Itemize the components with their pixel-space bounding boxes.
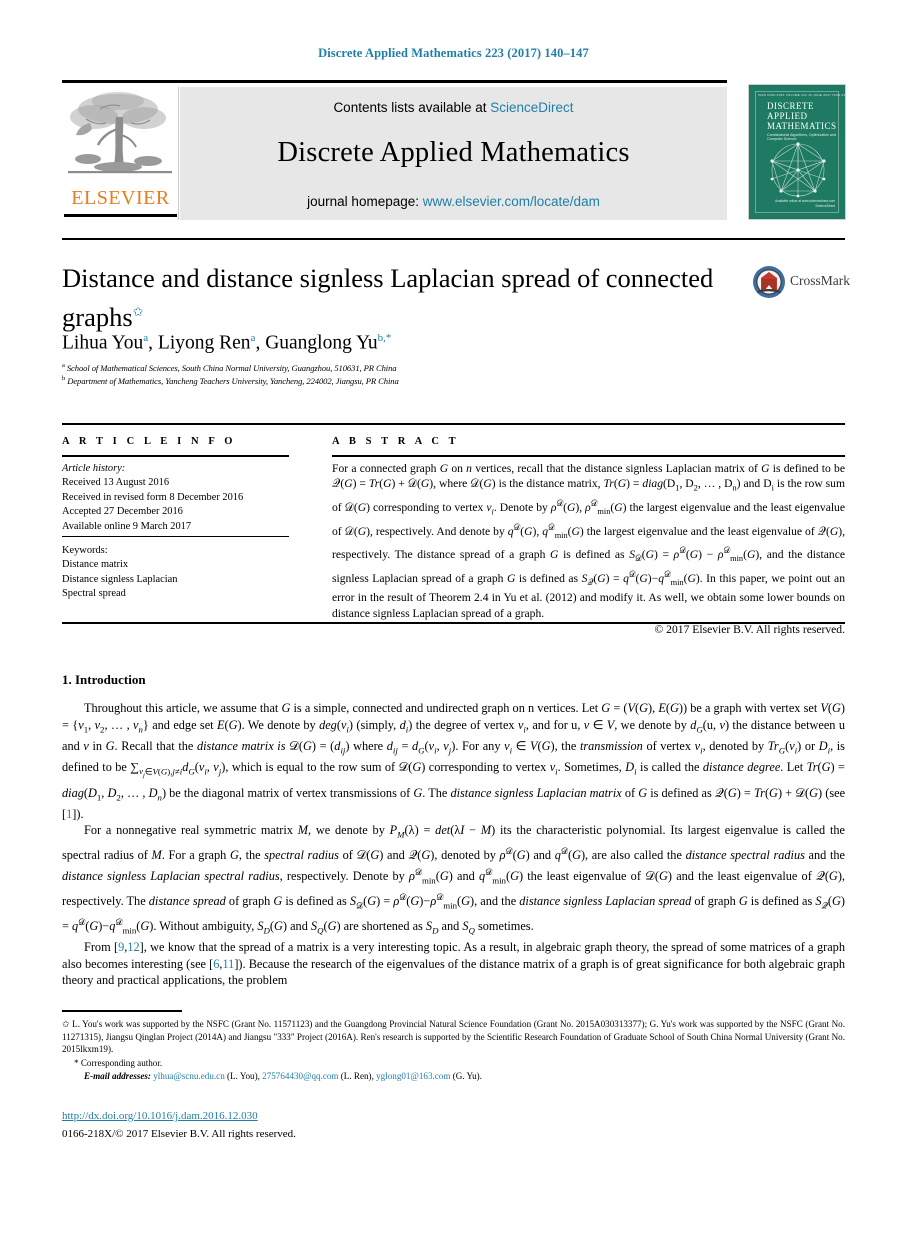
cover-footer-line2: ScienceDirect	[815, 204, 835, 208]
journal-homepage-line: journal homepage: www.elsevier.com/locat…	[180, 194, 727, 209]
keyword-1: Distance signless Laplacian	[62, 573, 178, 585]
body-paragraph-2: For a nonnegative real symmetric matrix …	[62, 823, 845, 936]
section-title: Introduction	[75, 672, 146, 687]
journal-article-page: Discrete Applied Mathematics 223 (2017) …	[0, 0, 907, 1238]
article-history-label: Article history:	[62, 463, 126, 474]
cover-footer: Available online at www.sciencedirect.co…	[775, 199, 835, 209]
email-footnote: E-mail addresses: ylhua@scnu.edu.cn (L. …	[84, 1071, 482, 1082]
abstract-copyright: © 2017 Elsevier B.V. All rights reserved…	[654, 623, 845, 637]
corresponding-marker: *	[74, 1057, 79, 1068]
crossmark-icon	[753, 266, 785, 298]
history-item-1: Received in revised form 8 December 2016	[62, 491, 244, 503]
masthead-top-rule	[62, 80, 727, 83]
title-footnote-marker: ✩	[132, 304, 144, 319]
article-history: Article history: Received 13 August 2016…	[62, 462, 302, 534]
keyword-2: Spectral spread	[62, 588, 126, 600]
email-link-0[interactable]: ylhua@scnu.edu.cn	[153, 1071, 225, 1081]
cover-graph-icon	[770, 142, 826, 198]
footnote-rule	[62, 1010, 182, 1012]
email-who-0: (L. You)	[227, 1071, 258, 1082]
section-heading-introduction: 1. Introduction	[62, 672, 146, 688]
affiliation-b: b Department of Mathematics, Yancheng Te…	[62, 375, 742, 386]
crossmark-badge[interactable]: CrossMark	[752, 265, 850, 299]
affiliation-marker-b: b	[62, 375, 66, 382]
issn-copyright-line: 0166-218X/© 2017 Elsevier B.V. All right…	[62, 1128, 296, 1140]
abstract-heading: A B S T R A C T	[332, 436, 460, 447]
author-affil-sup-1: a	[250, 332, 256, 344]
homepage-prefix: journal homepage:	[307, 194, 423, 209]
abstract-bottom-rule	[62, 622, 845, 624]
page-title-text: Distance and distance signless Laplacian…	[62, 263, 714, 332]
funding-footnote: ✩ L. You's work was supported by the NSF…	[62, 1019, 845, 1055]
footnotes-block: ✩ L. You's work was supported by the NSF…	[62, 1018, 845, 1084]
page-title: Distance and distance signless Laplacian…	[62, 262, 722, 334]
journal-title: Discrete Applied Mathematics	[277, 137, 630, 168]
email-who-1: (L. Ren)	[340, 1071, 372, 1082]
abstract-column-rule	[332, 455, 845, 457]
masthead-panel: Contents lists available at ScienceDirec…	[180, 87, 727, 220]
author-name-0[interactable]: Lihua You	[62, 333, 143, 354]
title-top-rule	[62, 238, 845, 240]
corresponding-author-footnote: * Corresponding author.	[62, 1057, 845, 1070]
section-number: 1.	[62, 672, 72, 687]
affiliation-a: a School of Mathematical Sciences, South…	[62, 362, 742, 373]
author-name-2[interactable]: Guanglong Yu	[265, 333, 377, 354]
sciencedirect-link[interactable]: ScienceDirect	[490, 100, 573, 115]
running-head: Discrete Applied Mathematics 223 (2017) …	[318, 46, 589, 60]
elsevier-wordmark: ELSEVIER	[71, 187, 170, 209]
email-label: E-mail addresses:	[84, 1071, 151, 1082]
contents-list-line: Contents lists available at ScienceDirec…	[180, 100, 727, 115]
history-item-2: Accepted 27 December 2016	[62, 506, 183, 518]
citation-11[interactable]: 11	[222, 957, 234, 971]
history-item-3: Available online 9 March 2017	[62, 520, 192, 532]
cover-title-line1: DISCRETE	[767, 101, 815, 111]
citation-9[interactable]: 9	[118, 940, 124, 954]
citation-12[interactable]: 12	[127, 940, 139, 954]
journal-cover-thumbnail[interactable]: ISSN 0166-218X VOLUME 223 15 JUNE 2017 I…	[748, 84, 846, 220]
funding-footnote-marker: ✩	[62, 1019, 70, 1029]
email-who-2: (G. Yu)	[452, 1071, 480, 1082]
history-item-0: Received 13 August 2016	[62, 477, 170, 489]
elsevier-underline	[64, 214, 177, 217]
contents-prefix: Contents lists available at	[333, 100, 491, 115]
body-paragraph-1: Throughout this article, we assume that …	[62, 701, 846, 821]
citation-6[interactable]: 6	[213, 957, 219, 971]
info-section-top-rule	[62, 423, 845, 425]
body-paragraph-3: From [9,12], we know that the spread of …	[62, 940, 845, 988]
keywords-block: Keywords: Distance matrix Distance signl…	[62, 544, 302, 602]
author-affil-sup-0: a	[143, 332, 149, 344]
journal-homepage-link[interactable]: www.elsevier.com/locate/dam	[423, 194, 600, 209]
author-name-1[interactable]: Liyong Ren	[158, 333, 251, 354]
affiliation-text-a: School of Mathematical Sciences, South C…	[66, 362, 397, 373]
cover-top-row: ISSN 0166-218X VOLUME 223 15 JUNE 2017 I…	[758, 93, 846, 97]
affiliation-marker-a: a	[62, 362, 65, 369]
author-list: Lihua Youa, Liyong Rena, Guanglong Yub,*	[62, 332, 392, 354]
elsevier-tree-icon	[68, 92, 172, 174]
abstract-body: For a connected graph G on n vertices, r…	[332, 462, 846, 637]
doi-link[interactable]: http://dx.doi.org/10.1016/j.dam.2016.12.…	[62, 1110, 258, 1122]
email-link-1[interactable]: 275764430@qq.com	[262, 1071, 338, 1081]
affiliation-text-b: Department of Mathematics, Yancheng Teac…	[67, 375, 399, 386]
corresponding-text: Corresponding author.	[80, 1057, 163, 1068]
citation-1[interactable]: 1	[66, 807, 72, 821]
cover-title-line2: APPLIED	[767, 111, 808, 121]
keyword-0: Distance matrix	[62, 559, 129, 571]
body-content: Throughout this article, we assume that …	[62, 700, 845, 989]
info-column-rule	[62, 455, 289, 457]
author-affil-sup-2: b,*	[377, 332, 392, 344]
email-link-2[interactable]: yglong01@163.com	[376, 1071, 450, 1081]
elsevier-logo: ELSEVIER	[62, 87, 179, 220]
keywords-divider-rule	[62, 536, 289, 538]
article-info-heading: A R T I C L E I N F O	[62, 436, 237, 447]
cover-title-line3: MATHEMATICS	[767, 121, 837, 131]
cover-title: DISCRETE APPLIED MATHEMATICS	[767, 101, 837, 131]
crossmark-label: CrossMark	[790, 273, 850, 288]
journal-masthead: ELSEVIER Contents lists available at Sci…	[62, 80, 845, 222]
keywords-label: Keywords:	[62, 545, 108, 556]
